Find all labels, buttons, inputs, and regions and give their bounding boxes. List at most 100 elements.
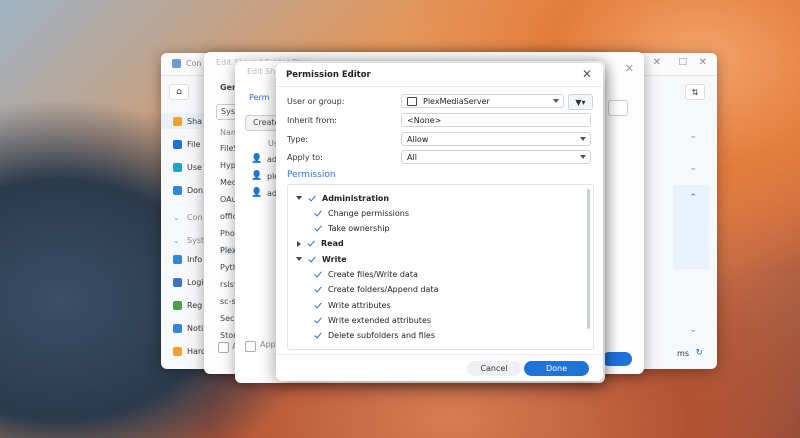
footer-text: ms bbox=[677, 349, 689, 358]
permission-tree-row[interactable]: Write attributes bbox=[314, 298, 391, 312]
sidebar-item-label: Harc bbox=[187, 346, 206, 356]
title-divider bbox=[276, 86, 603, 87]
filter-button[interactable]: ▼▾ bbox=[568, 94, 593, 110]
permission-label: Create folders/Append data bbox=[328, 285, 439, 295]
permission-label: Administration bbox=[322, 193, 390, 203]
close-icon[interactable]: ✕ bbox=[653, 57, 661, 68]
apply-to-label: Apply to: bbox=[287, 153, 323, 162]
sort-button[interactable]: ⇅ bbox=[685, 84, 705, 100]
sidebar-item-label: Noti bbox=[187, 323, 204, 333]
check-icon[interactable] bbox=[314, 224, 323, 233]
check-icon[interactable] bbox=[308, 255, 317, 264]
permission-label: Read bbox=[321, 239, 344, 249]
chevron-down-icon[interactable]: ⌄ bbox=[689, 325, 697, 335]
check-icon[interactable] bbox=[314, 316, 323, 325]
close-icon[interactable]: ✕ bbox=[582, 67, 592, 81]
sidebar-item[interactable]: Reg bbox=[173, 297, 202, 313]
sidebar-item-icon bbox=[173, 162, 182, 172]
chevron-down-icon bbox=[553, 99, 559, 103]
chevron-up-icon[interactable]: ⌃ bbox=[689, 193, 697, 203]
sidebar-item-icon bbox=[173, 116, 182, 126]
permission-label: Take ownership bbox=[328, 224, 390, 234]
middle-window-title: Edit Sh bbox=[247, 67, 276, 76]
permission-heading: Permission bbox=[287, 170, 336, 180]
sidebar-item-label: Use bbox=[187, 162, 202, 172]
sidebar-item[interactable]: Don bbox=[173, 182, 203, 198]
check-icon[interactable] bbox=[307, 239, 316, 248]
sidebar-item-label: Reg bbox=[187, 300, 203, 310]
close-icon[interactable]: ✕ bbox=[625, 62, 634, 75]
permission-tree-row[interactable]: Read bbox=[296, 237, 344, 251]
check-icon[interactable] bbox=[314, 270, 323, 279]
permission-tree-row[interactable]: Write bbox=[296, 252, 347, 266]
sidebar-item-icon bbox=[173, 139, 182, 149]
chevron-down-icon[interactable]: ⌄ bbox=[689, 131, 697, 141]
inherit-from-value: <None> bbox=[407, 115, 442, 125]
chevron-down-icon bbox=[580, 137, 586, 141]
type-select[interactable]: Allow bbox=[401, 132, 591, 146]
type-value: Allow bbox=[407, 134, 429, 144]
user-icon: 👤 bbox=[251, 171, 263, 181]
permission-tree-row[interactable]: Change permissions bbox=[314, 206, 409, 220]
folder-list-item[interactable]: Stor bbox=[220, 331, 236, 340]
permission-tree-row[interactable]: Administration bbox=[296, 191, 389, 205]
expand-down-icon[interactable] bbox=[296, 196, 302, 200]
inherit-from-label: Inherit from: bbox=[287, 116, 337, 125]
sidebar-item[interactable]: Info bbox=[173, 251, 202, 267]
middle-checkbox[interactable] bbox=[245, 341, 256, 352]
done-button[interactable]: Done bbox=[524, 361, 589, 376]
chevron-down-icon[interactable]: ⌄ bbox=[689, 163, 697, 173]
maximize-icon[interactable]: □ bbox=[678, 57, 687, 67]
control-panel-app-icon bbox=[172, 59, 181, 68]
sort-icon: ⇅ bbox=[691, 87, 699, 97]
check-icon[interactable] bbox=[314, 285, 323, 294]
refresh-icon[interactable]: ↻ bbox=[695, 348, 703, 358]
control-panel-title: Con bbox=[186, 59, 202, 68]
sys-dropdown-label: Sys bbox=[221, 107, 235, 116]
apply-label: App bbox=[260, 340, 276, 349]
dialog-title: Permission Editor bbox=[286, 70, 371, 80]
sidebar-item[interactable]: Logi bbox=[173, 274, 204, 290]
inherit-from-field: <None> bbox=[401, 113, 591, 127]
expand-down-icon[interactable] bbox=[296, 257, 302, 262]
apply-to-select[interactable]: All bbox=[401, 150, 591, 164]
user-or-group-select[interactable]: PlexMediaServer bbox=[401, 94, 564, 108]
sidebar-item-label: Sha bbox=[187, 116, 203, 126]
sidebar-item[interactable]: File bbox=[173, 136, 200, 152]
chevron-down-icon: ⌄ bbox=[173, 212, 180, 222]
search-field[interactable] bbox=[608, 100, 628, 116]
check-icon[interactable] bbox=[314, 301, 323, 310]
sidebar-item-label: Don bbox=[187, 185, 204, 195]
apply-checkbox[interactable] bbox=[218, 342, 229, 353]
sidebar-item[interactable]: Use bbox=[173, 159, 202, 175]
tab-permissions[interactable]: Perm bbox=[249, 93, 269, 102]
sidebar-item-label: Syst bbox=[187, 235, 205, 245]
ok-button[interactable] bbox=[602, 352, 632, 366]
check-icon[interactable] bbox=[314, 209, 323, 218]
user-or-group-value: PlexMediaServer bbox=[423, 96, 490, 106]
chevron-down-icon: ⌄ bbox=[173, 235, 180, 245]
permission-tree-row[interactable]: Take ownership bbox=[314, 222, 390, 236]
permission-tree-row[interactable]: Delete subfolders and files bbox=[314, 329, 435, 343]
permission-label: Delete subfolders and files bbox=[328, 331, 436, 341]
cancel-button[interactable]: Cancel bbox=[467, 361, 521, 376]
check-icon[interactable] bbox=[314, 331, 323, 340]
sidebar-item[interactable]: Harc bbox=[173, 343, 205, 359]
sidebar-item-label: File bbox=[187, 139, 201, 149]
permission-label: Write extended attributes bbox=[328, 315, 431, 325]
dialog-footer: Cancel Done bbox=[276, 354, 603, 381]
expand-right-icon[interactable] bbox=[297, 240, 301, 247]
permission-tree-row[interactable]: Write extended attributes bbox=[314, 313, 431, 327]
user-icon: 👤 bbox=[251, 188, 263, 198]
permission-label: Write attributes bbox=[328, 300, 391, 310]
check-icon[interactable] bbox=[308, 194, 317, 203]
permission-tree-row[interactable]: Create files/Write data bbox=[314, 268, 418, 282]
permission-tree-row[interactable]: Create folders/Append data bbox=[314, 283, 438, 297]
filter-icon: ▼▾ bbox=[575, 97, 586, 107]
scrollbar[interactable] bbox=[587, 189, 590, 329]
permission-label: Write bbox=[322, 254, 347, 264]
close-icon[interactable]: ✕ bbox=[699, 57, 707, 68]
folder-list-item[interactable]: sc-s bbox=[220, 297, 236, 306]
sidebar-item-icon bbox=[173, 185, 182, 195]
sidebar-item[interactable]: Noti bbox=[173, 320, 203, 336]
